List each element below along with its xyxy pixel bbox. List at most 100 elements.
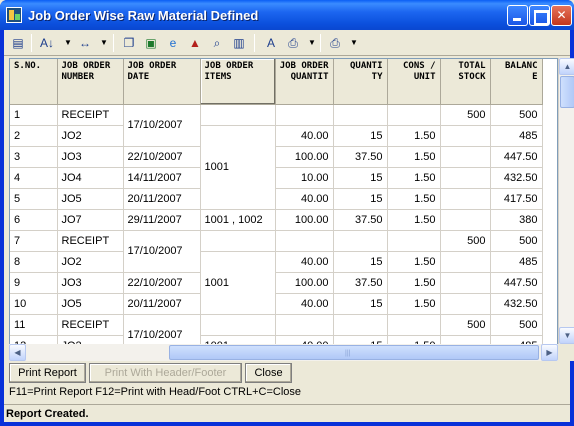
table-row[interactable]: 11 RECEIPT 17/10/2007 500 500 bbox=[10, 314, 543, 357]
toolbar-separator bbox=[113, 34, 114, 52]
print-preview-icon[interactable]: ⎙ bbox=[284, 34, 302, 52]
print-with-header-footer-button[interactable]: Print With Header/Footer bbox=[89, 363, 242, 383]
cell-jo-quantity: 40.00 bbox=[275, 251, 334, 273]
cell-total-stock bbox=[440, 125, 491, 147]
copy-icon[interactable]: ❐ bbox=[120, 34, 138, 52]
cell-total-stock: 500 bbox=[440, 104, 491, 126]
header-row: S.NO. JOB ORDER NUMBER JOB ORDER DATE JO… bbox=[10, 59, 543, 105]
cell-jo-items bbox=[200, 104, 276, 126]
printer-icon[interactable]: ⎙ bbox=[326, 34, 344, 52]
cell-balance: 380 bbox=[490, 209, 543, 231]
title-bar[interactable]: Job Order Wise Raw Material Defined ✕ bbox=[0, 0, 574, 30]
scroll-up-icon[interactable]: ▲ bbox=[559, 58, 574, 75]
column-header[interactable]: JOB ORDER QUANTIT bbox=[275, 59, 334, 105]
scroll-down-icon[interactable]: ▼ bbox=[559, 327, 574, 344]
table-row[interactable]: 6 JO7 29/11/2007 1001 , 1002 100.00 37.5… bbox=[10, 209, 543, 231]
toolbar-separator bbox=[31, 34, 32, 52]
scroll-right-icon[interactable]: ▶ bbox=[541, 344, 558, 361]
cell-total-stock bbox=[440, 146, 491, 168]
chart-icon[interactable]: ▥ bbox=[230, 34, 248, 52]
cell-jo-quantity: 10.00 bbox=[275, 167, 334, 189]
cell-total-stock bbox=[440, 251, 491, 273]
scroll-left-icon[interactable]: ◀ bbox=[9, 344, 26, 361]
cell-jo-number: JO7 bbox=[57, 209, 124, 231]
table-row[interactable]: 3 JO3 22/10/2007 100.00 37.50 1.50 447.5… bbox=[10, 146, 543, 168]
cell-sno: 5 bbox=[10, 188, 58, 210]
print-report-button[interactable]: Print Report bbox=[9, 363, 86, 383]
vertical-scrollbar[interactable]: ▲ ▼ bbox=[558, 58, 574, 344]
cell-quantity: 15 bbox=[333, 167, 388, 189]
cell-sno: 3 bbox=[10, 146, 58, 168]
cell-sno: 6 bbox=[10, 209, 58, 231]
maximize-button[interactable] bbox=[529, 5, 550, 26]
horizontal-scroll-thumb[interactable]: ||| bbox=[169, 345, 539, 360]
column-width-icon[interactable]: ↔ bbox=[76, 34, 94, 52]
chevron-down-icon[interactable]: ▼ bbox=[100, 34, 108, 52]
table-row[interactable]: 8 JO2 1001 40.00 15 1.50 485 bbox=[10, 251, 543, 315]
up-arrow-icon[interactable]: ▲ bbox=[186, 34, 204, 52]
column-header[interactable]: JOB ORDER NUMBER bbox=[57, 59, 124, 105]
table-row[interactable]: 7 RECEIPT 17/10/2007 500 500 bbox=[10, 230, 543, 273]
minimize-button[interactable] bbox=[507, 5, 528, 26]
cell-sno: 11 bbox=[10, 314, 58, 336]
column-header[interactable]: QUANTI TY bbox=[333, 59, 388, 105]
column-header[interactable]: S.NO. bbox=[10, 59, 58, 105]
table-row[interactable]: 1 RECEIPT 17/10/2007 500 500 bbox=[10, 104, 543, 147]
cell-total-stock bbox=[440, 188, 491, 210]
browser-icon[interactable]: e bbox=[164, 34, 182, 52]
cell-quantity: 37.50 bbox=[333, 209, 388, 231]
table-row[interactable]: 10 JO5 20/11/2007 40.00 15 1.50 432.50 bbox=[10, 293, 543, 315]
cell-quantity bbox=[333, 314, 388, 336]
cell-balance: 500 bbox=[490, 104, 543, 126]
column-header[interactable]: TOTAL STOCK bbox=[440, 59, 491, 105]
column-header[interactable]: BALANC E bbox=[490, 59, 543, 105]
cell-balance: 485 bbox=[490, 125, 543, 147]
cell-jo-quantity: 100.00 bbox=[275, 209, 334, 231]
horizontal-scrollbar[interactable]: ◀ ||| ▶ bbox=[9, 344, 558, 361]
cell-balance: 417.50 bbox=[490, 188, 543, 210]
chevron-down-icon[interactable]: ▼ bbox=[64, 34, 72, 52]
cell-sno: 4 bbox=[10, 167, 58, 189]
font-icon[interactable]: A bbox=[262, 34, 280, 52]
shortcuts-hint: F11=Print Report F12=Print with Head/Foo… bbox=[9, 386, 302, 398]
cell-quantity: 37.50 bbox=[333, 272, 388, 294]
close-window-button[interactable]: ✕ bbox=[551, 5, 572, 26]
find-icon[interactable]: ⌕ bbox=[208, 34, 226, 52]
sort-az-icon[interactable]: A↓ bbox=[38, 34, 56, 52]
cell-total-stock: 500 bbox=[440, 230, 491, 252]
table-row[interactable]: 2 JO2 1001 40.00 15 1.50 485 bbox=[10, 125, 543, 210]
cell-cons-unit: 1.50 bbox=[387, 188, 441, 210]
column-header[interactable]: JOB ORDER ITEMS bbox=[200, 59, 276, 105]
grip-icon: ||| bbox=[345, 350, 351, 357]
table-row[interactable]: 5 JO5 20/11/2007 40.00 15 1.50 417.50 bbox=[10, 188, 543, 210]
table-row[interactable]: 4 JO4 14/11/2007 10.00 15 1.50 432.50 bbox=[10, 167, 543, 189]
cell-quantity: 15 bbox=[333, 188, 388, 210]
cell-balance: 485 bbox=[490, 251, 543, 273]
vertical-scroll-thumb[interactable] bbox=[560, 76, 574, 108]
cell-cons-unit: 1.50 bbox=[387, 293, 441, 315]
cell-jo-quantity: 100.00 bbox=[275, 146, 334, 168]
chevron-down-icon[interactable]: ▼ bbox=[350, 34, 358, 52]
window-title: Job Order Wise Raw Material Defined bbox=[28, 8, 259, 23]
properties-icon[interactable]: ▤ bbox=[9, 34, 27, 52]
report-grid[interactable]: S.NO. JOB ORDER NUMBER JOB ORDER DATE JO… bbox=[9, 58, 558, 361]
cell-cons-unit: 1.50 bbox=[387, 146, 441, 168]
app-window: Job Order Wise Raw Material Defined ✕ ▤ … bbox=[0, 0, 574, 426]
cell-balance: 447.50 bbox=[490, 146, 543, 168]
column-header[interactable]: CONS / UNIT bbox=[387, 59, 441, 105]
table-row[interactable]: 9 JO3 22/10/2007 100.00 37.50 1.50 447.5… bbox=[10, 272, 543, 294]
chevron-down-icon[interactable]: ▼ bbox=[308, 34, 316, 52]
cell-jo-items bbox=[200, 314, 276, 336]
cell-quantity: 15 bbox=[333, 125, 388, 147]
cell-cons-unit bbox=[387, 230, 441, 252]
cell-quantity bbox=[333, 104, 388, 126]
cell-sno: 9 bbox=[10, 272, 58, 294]
column-header[interactable]: JOB ORDER DATE bbox=[123, 59, 201, 105]
cell-cons-unit: 1.50 bbox=[387, 125, 441, 147]
cell-jo-number: JO2 bbox=[57, 125, 124, 147]
cell-balance: 432.50 bbox=[490, 167, 543, 189]
excel-icon[interactable]: ▣ bbox=[142, 34, 160, 52]
button-bar: Print Report Print With Header/Footer Cl… bbox=[9, 363, 569, 383]
close-button[interactable]: Close bbox=[245, 363, 292, 383]
app-icon bbox=[6, 7, 22, 23]
